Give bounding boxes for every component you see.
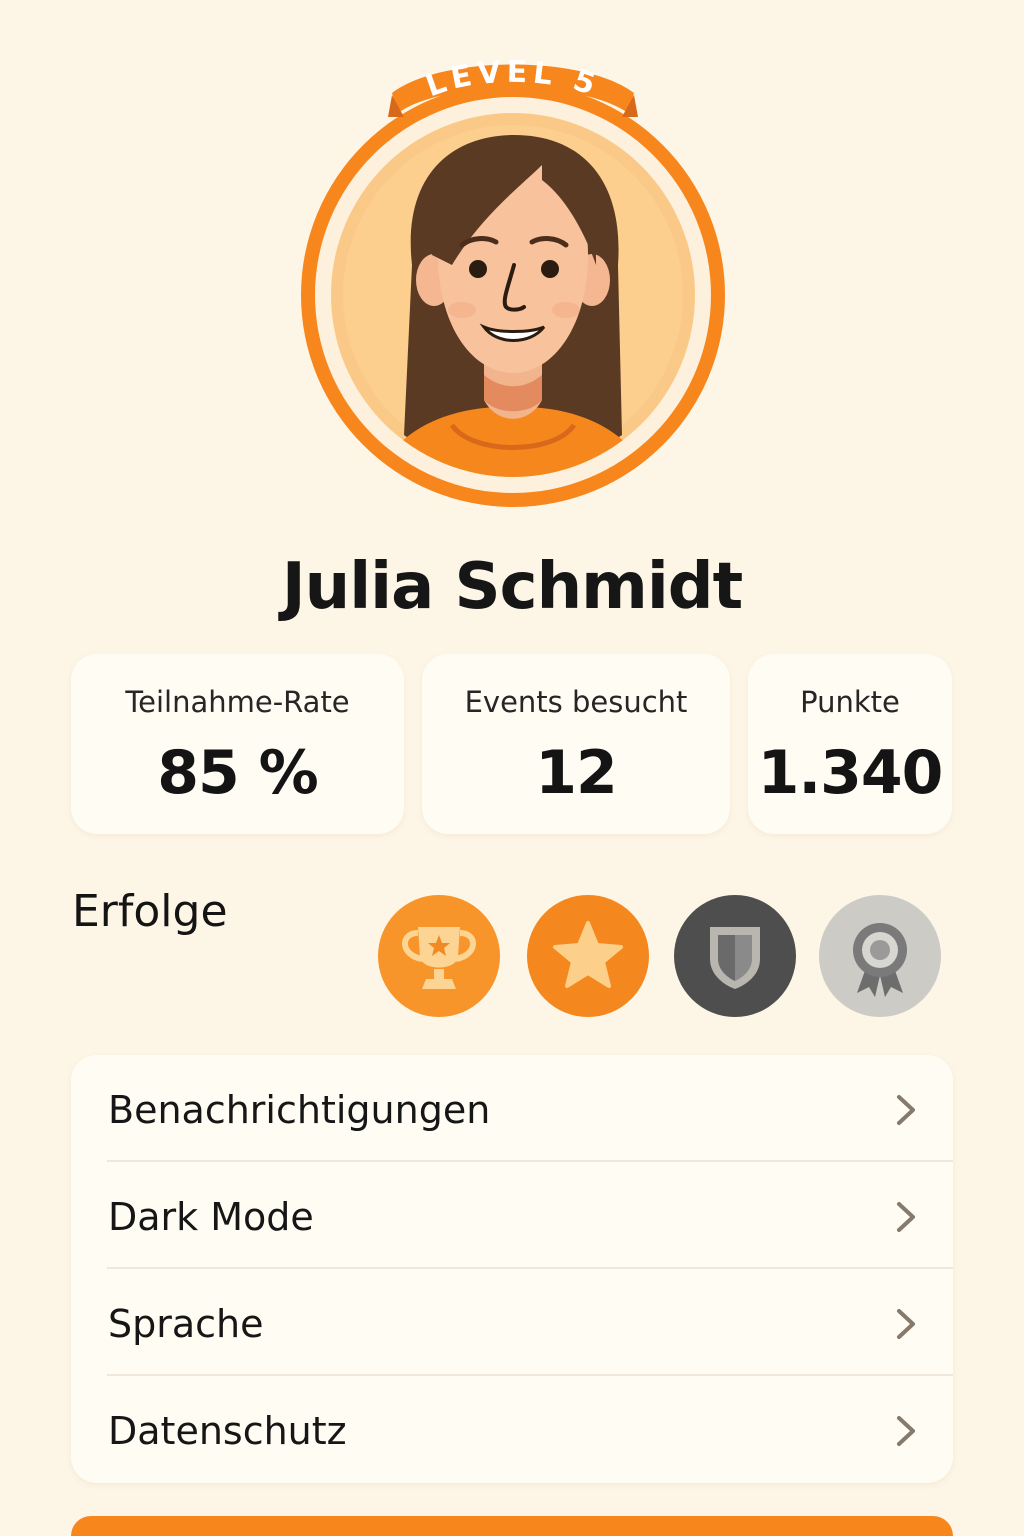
avatar-portrait: LEVEL 5: [301, 55, 725, 507]
settings-item-language[interactable]: Sprache: [71, 1269, 953, 1376]
stat-label: Punkte: [800, 685, 900, 719]
ribbon-medal-icon: [853, 923, 907, 997]
settings-item-notifications[interactable]: Benachrichtigungen: [71, 1055, 953, 1162]
stat-label: Events besucht: [464, 685, 688, 719]
profile-screen: LEVEL 5 Julia Schmidt Teilnahme-Rate 85 …: [0, 0, 1024, 1536]
settings-item-label: Benachrichtigungen: [108, 1088, 491, 1132]
stat-card-points: Punkte 1.340: [748, 654, 952, 834]
trophy-icon: [402, 927, 476, 989]
star-icon: [553, 921, 623, 988]
stat-card-events: Events besucht 12: [422, 654, 730, 834]
settings-list: Benachrichtigungen Dark Mode Sprache Dat…: [71, 1055, 953, 1483]
achievements-title: Erfolge: [72, 886, 228, 937]
stat-label: Teilnahme-Rate: [125, 685, 350, 719]
settings-item-privacy[interactable]: Datenschutz: [71, 1376, 953, 1483]
settings-item-label: Dark Mode: [108, 1195, 314, 1239]
primary-action-button[interactable]: [71, 1516, 953, 1536]
settings-item-label: Sprache: [108, 1302, 264, 1346]
chevron-right-icon: [895, 1093, 917, 1127]
stat-value: 12: [535, 738, 618, 808]
stat-card-participation: Teilnahme-Rate 85 %: [71, 654, 404, 834]
settings-item-dark-mode[interactable]: Dark Mode: [71, 1162, 953, 1269]
stat-value: 1.340: [757, 738, 944, 808]
chevron-right-icon: [895, 1307, 917, 1341]
stat-value: 85 %: [157, 738, 319, 808]
shield-icon: [710, 927, 760, 989]
chevron-right-icon: [895, 1200, 917, 1234]
settings-item-label: Datenschutz: [108, 1409, 347, 1453]
achievement-badge-shield[interactable]: [674, 895, 796, 1017]
avatar[interactable]: LEVEL 5: [292, 55, 734, 517]
achievement-badge-star[interactable]: [527, 895, 649, 1017]
profile-name: Julia Schmidt: [281, 550, 743, 624]
chevron-right-icon: [895, 1414, 917, 1448]
achievement-badge-medal[interactable]: [819, 895, 941, 1017]
achievement-badge-trophy[interactable]: [378, 895, 500, 1017]
